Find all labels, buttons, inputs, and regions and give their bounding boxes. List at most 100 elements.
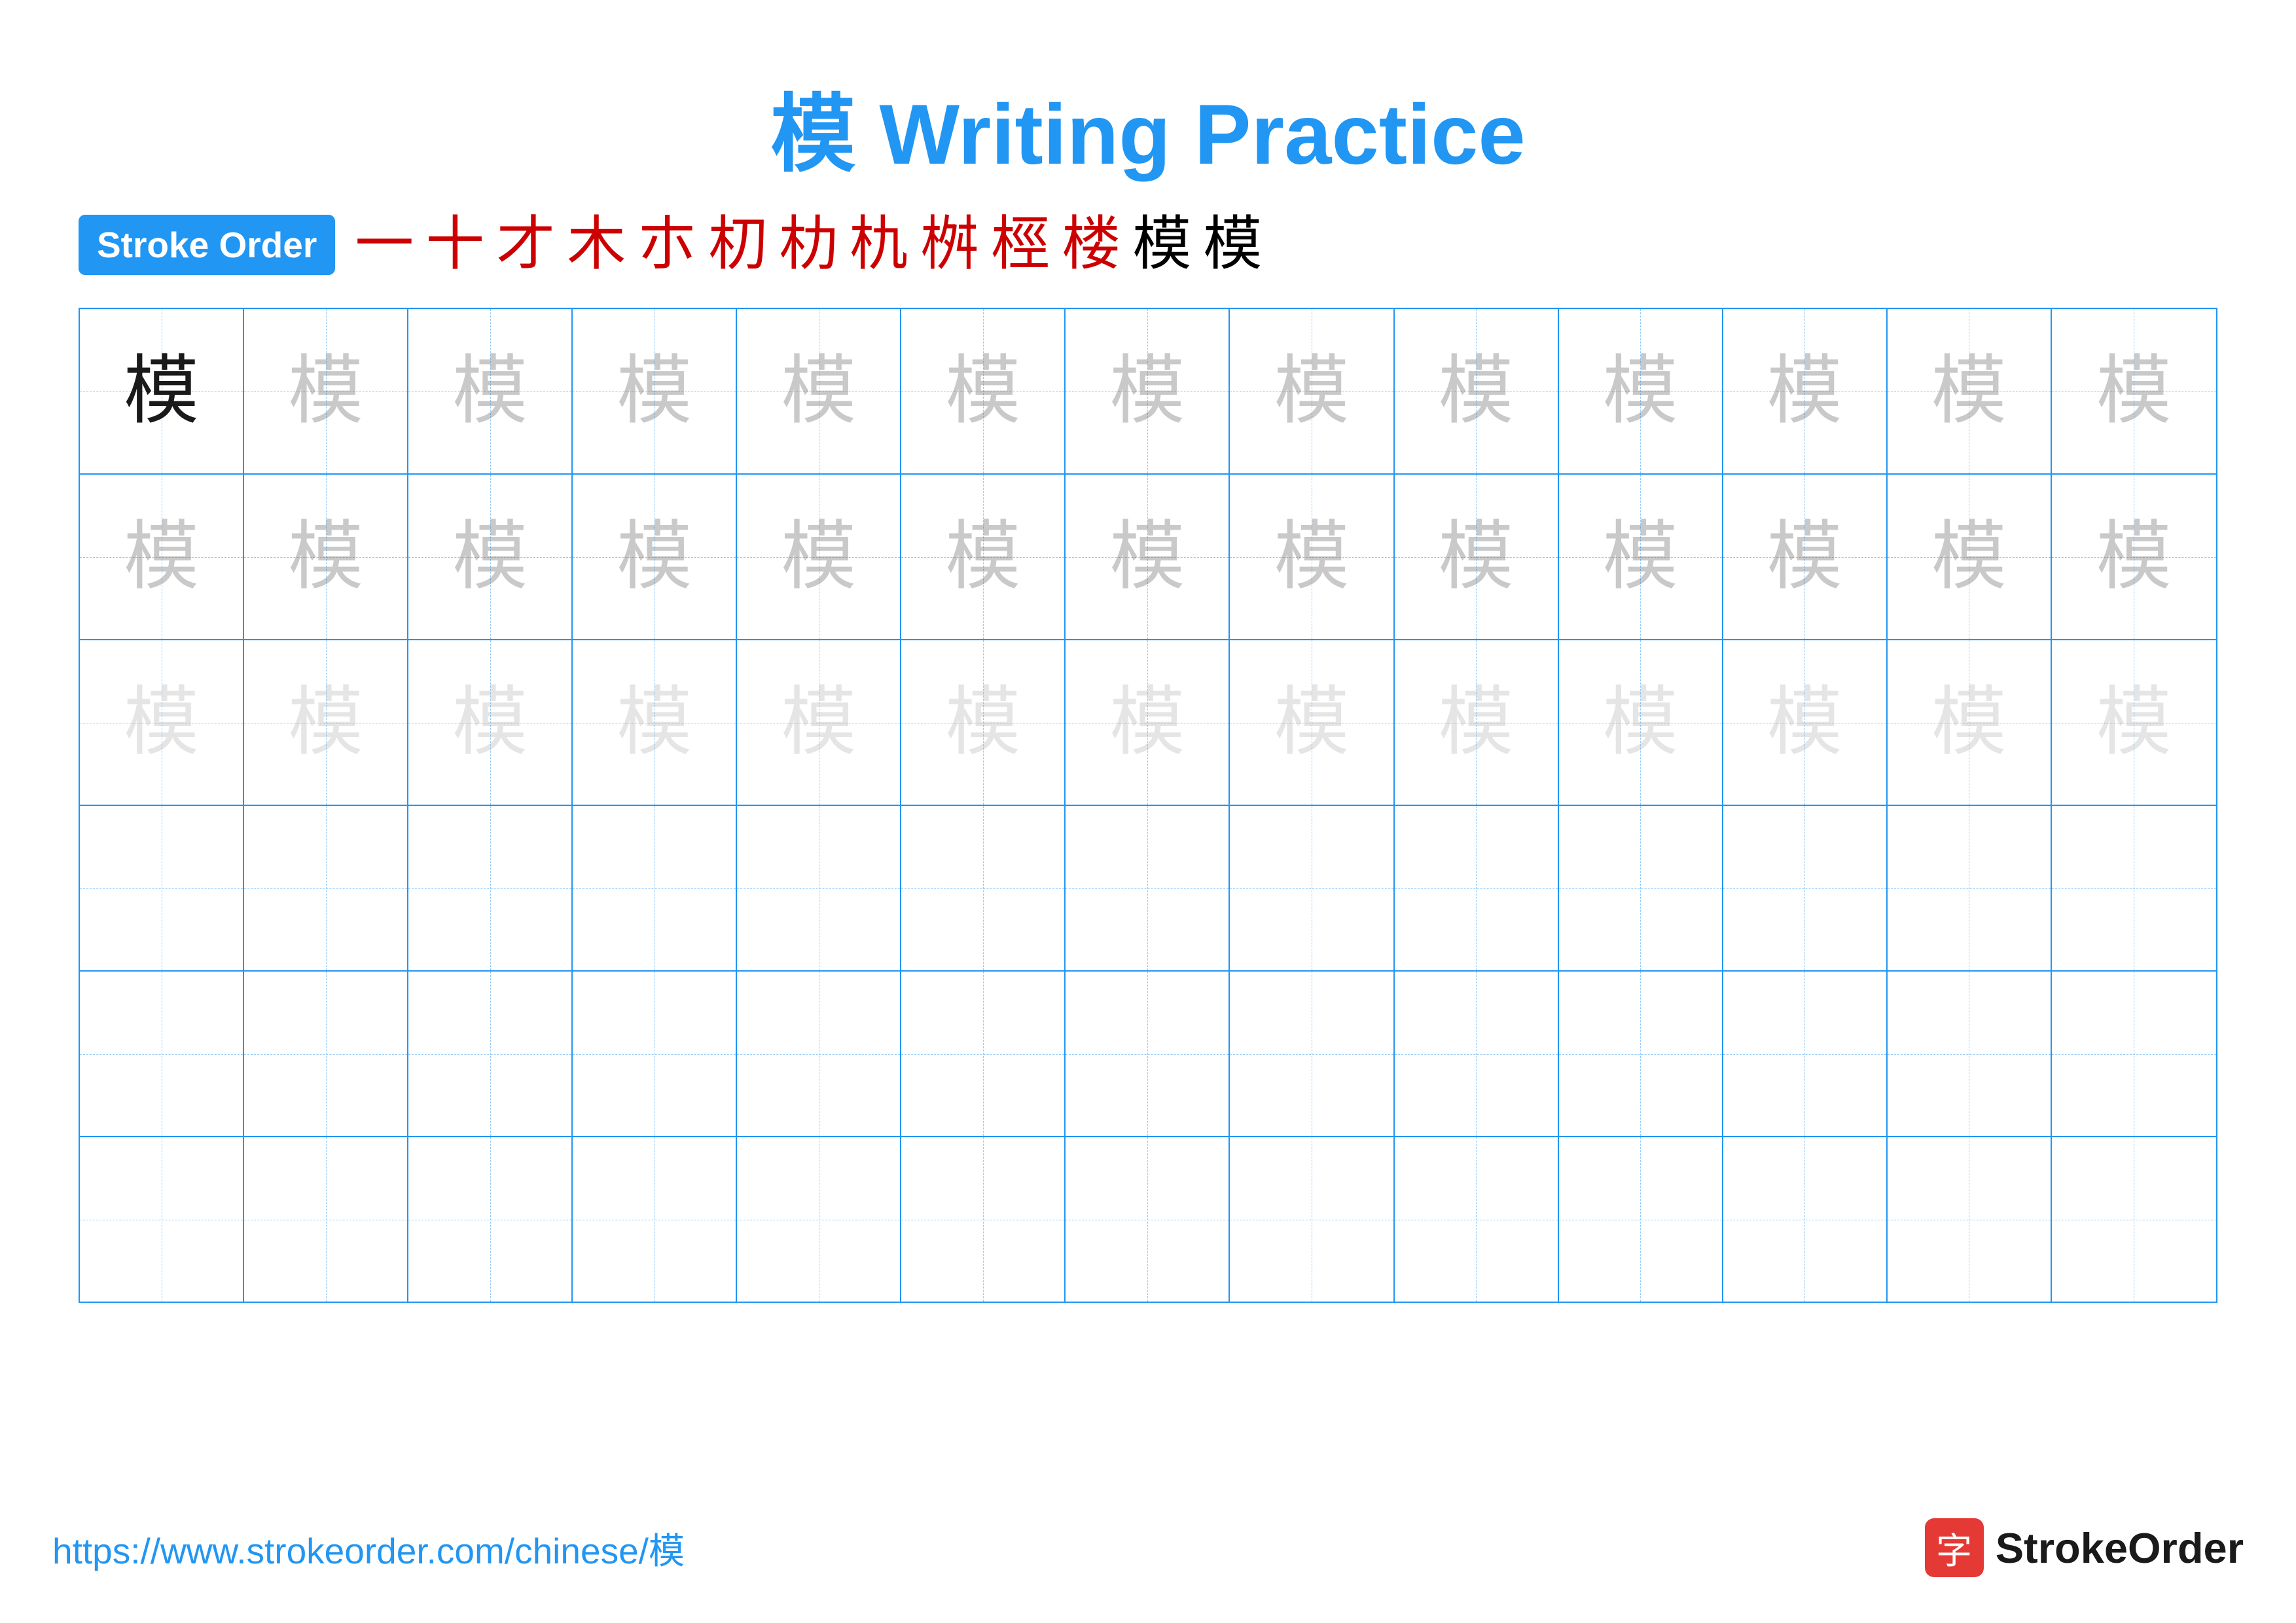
grid-cell-1-2[interactable]: 模 — [408, 475, 573, 639]
grid-cell-4-4[interactable] — [737, 972, 901, 1136]
grid-cell-0-12[interactable]: 模 — [2052, 309, 2216, 473]
stroke-char-2: 才 — [496, 215, 555, 274]
grid-cell-4-9[interactable] — [1559, 972, 1723, 1136]
grid-cell-2-10[interactable]: 模 — [1723, 640, 1888, 805]
grid-cell-4-6[interactable] — [1066, 972, 1230, 1136]
grid-cell-1-12[interactable]: 模 — [2052, 475, 2216, 639]
grid-cell-3-6[interactable] — [1066, 806, 1230, 970]
grid-cell-0-10[interactable]: 模 — [1723, 309, 1888, 473]
grid-cell-1-7[interactable]: 模 — [1230, 475, 1394, 639]
grid-cell-1-0[interactable]: 模 — [80, 475, 244, 639]
grid-cell-3-9[interactable] — [1559, 806, 1723, 970]
grid-cell-0-7[interactable]: 模 — [1230, 309, 1394, 473]
cell-char-2-3: 模 — [617, 685, 692, 760]
brand-icon: 字 — [1925, 1518, 1984, 1577]
grid-row-0: 模模模模模模模模模模模模模 — [80, 309, 2216, 475]
stroke-order-badge: Stroke Order — [79, 215, 335, 275]
grid-cell-3-3[interactable] — [573, 806, 737, 970]
stroke-char-1: 十 — [425, 215, 484, 274]
grid-cell-2-5[interactable]: 模 — [901, 640, 1066, 805]
cell-char-2-1: 模 — [288, 685, 363, 760]
grid-cell-1-4[interactable]: 模 — [737, 475, 901, 639]
grid-cell-0-2[interactable]: 模 — [408, 309, 573, 473]
grid-cell-1-9[interactable]: 模 — [1559, 475, 1723, 639]
grid-cell-3-8[interactable] — [1395, 806, 1559, 970]
grid-cell-5-1[interactable] — [244, 1137, 408, 1302]
grid-cell-0-0[interactable]: 模 — [80, 309, 244, 473]
grid-cell-0-6[interactable]: 模 — [1066, 309, 1230, 473]
grid-cell-4-12[interactable] — [2052, 972, 2216, 1136]
grid-cell-3-2[interactable] — [408, 806, 573, 970]
grid-cell-1-8[interactable]: 模 — [1395, 475, 1559, 639]
grid-cell-4-10[interactable] — [1723, 972, 1888, 1136]
grid-cell-0-5[interactable]: 模 — [901, 309, 1066, 473]
footer-brand: 字 StrokeOrder — [1925, 1518, 2244, 1577]
grid-cell-4-11[interactable] — [1888, 972, 2052, 1136]
footer-url[interactable]: https://www.strokeorder.com/chinese/模 — [52, 1522, 685, 1574]
grid-cell-3-4[interactable] — [737, 806, 901, 970]
grid-cell-3-12[interactable] — [2052, 806, 2216, 970]
grid-cell-5-6[interactable] — [1066, 1137, 1230, 1302]
grid-cell-5-11[interactable] — [1888, 1137, 2052, 1302]
stroke-char-11: 模 — [1132, 215, 1191, 274]
grid-cell-2-8[interactable]: 模 — [1395, 640, 1559, 805]
grid-cell-5-7[interactable] — [1230, 1137, 1394, 1302]
grid-cell-5-12[interactable] — [2052, 1137, 2216, 1302]
grid-cell-0-4[interactable]: 模 — [737, 309, 901, 473]
grid-cell-2-3[interactable]: 模 — [573, 640, 737, 805]
grid-cell-5-3[interactable] — [573, 1137, 737, 1302]
grid-cell-5-2[interactable] — [408, 1137, 573, 1302]
grid-cell-3-10[interactable] — [1723, 806, 1888, 970]
stroke-order-section: Stroke Order 一十才木朩朷朸朹桝桱楼模模 — [52, 215, 2244, 275]
cell-char-1-0: 模 — [124, 519, 199, 594]
grid-cell-0-9[interactable]: 模 — [1559, 309, 1723, 473]
grid-cell-2-6[interactable]: 模 — [1066, 640, 1230, 805]
cell-char-1-10: 模 — [1767, 519, 1842, 594]
stroke-char-0: 一 — [355, 215, 414, 274]
grid-cell-5-10[interactable] — [1723, 1137, 1888, 1302]
grid-cell-2-1[interactable]: 模 — [244, 640, 408, 805]
grid-cell-2-7[interactable]: 模 — [1230, 640, 1394, 805]
grid-cell-5-8[interactable] — [1395, 1137, 1559, 1302]
cell-char-1-9: 模 — [1603, 519, 1678, 594]
grid-cell-4-2[interactable] — [408, 972, 573, 1136]
grid-cell-5-4[interactable] — [737, 1137, 901, 1302]
grid-cell-0-11[interactable]: 模 — [1888, 309, 2052, 473]
grid-cell-1-11[interactable]: 模 — [1888, 475, 2052, 639]
grid-cell-4-1[interactable] — [244, 972, 408, 1136]
grid-cell-1-3[interactable]: 模 — [573, 475, 737, 639]
stroke-chars-container: 一十才木朩朷朸朹桝桱楼模模 — [355, 215, 1262, 274]
cell-char-1-5: 模 — [945, 519, 1020, 594]
grid-cell-4-7[interactable] — [1230, 972, 1394, 1136]
grid-cell-0-3[interactable]: 模 — [573, 309, 737, 473]
grid-cell-2-2[interactable]: 模 — [408, 640, 573, 805]
grid-cell-4-8[interactable] — [1395, 972, 1559, 1136]
grid-cell-4-5[interactable] — [901, 972, 1066, 1136]
grid-cell-5-9[interactable] — [1559, 1137, 1723, 1302]
grid-cell-3-7[interactable] — [1230, 806, 1394, 970]
grid-cell-1-5[interactable]: 模 — [901, 475, 1066, 639]
grid-cell-3-11[interactable] — [1888, 806, 2052, 970]
grid-cell-2-4[interactable]: 模 — [737, 640, 901, 805]
cell-char-2-4: 模 — [781, 685, 856, 760]
cell-char-1-12: 模 — [2096, 519, 2172, 594]
grid-cell-5-5[interactable] — [901, 1137, 1066, 1302]
page-title: 模 Writing Practice — [770, 86, 1525, 182]
grid-cell-4-0[interactable] — [80, 972, 244, 1136]
grid-cell-3-0[interactable] — [80, 806, 244, 970]
grid-cell-1-1[interactable]: 模 — [244, 475, 408, 639]
grid-cell-4-3[interactable] — [573, 972, 737, 1136]
cell-char-2-2: 模 — [452, 685, 528, 760]
grid-cell-2-11[interactable]: 模 — [1888, 640, 2052, 805]
grid-cell-3-5[interactable] — [901, 806, 1066, 970]
grid-cell-3-1[interactable] — [244, 806, 408, 970]
grid-cell-0-8[interactable]: 模 — [1395, 309, 1559, 473]
grid-cell-2-9[interactable]: 模 — [1559, 640, 1723, 805]
grid-cell-1-6[interactable]: 模 — [1066, 475, 1230, 639]
grid-cell-0-1[interactable]: 模 — [244, 309, 408, 473]
grid-cell-5-0[interactable] — [80, 1137, 244, 1302]
grid-cell-2-0[interactable]: 模 — [80, 640, 244, 805]
grid-cell-2-12[interactable]: 模 — [2052, 640, 2216, 805]
stroke-char-4: 朩 — [637, 215, 696, 274]
grid-cell-1-10[interactable]: 模 — [1723, 475, 1888, 639]
